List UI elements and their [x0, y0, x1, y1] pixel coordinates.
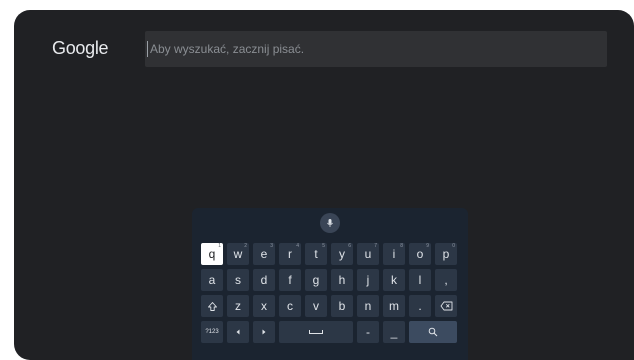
- key-o[interactable]: o9: [409, 243, 431, 265]
- space-key[interactable]: [279, 321, 353, 343]
- keyboard-row-1: q1 w2 e3 r4 t5 y6 u7 i8 o9 p0: [201, 243, 457, 265]
- key-k[interactable]: k: [383, 269, 405, 291]
- backspace-key[interactable]: [435, 295, 457, 317]
- shift-key[interactable]: [201, 295, 223, 317]
- key-p[interactable]: p0: [435, 243, 457, 265]
- keyboard-row-2: a s d f g h j k l ,: [201, 269, 457, 291]
- key-i[interactable]: i8: [383, 243, 405, 265]
- key-x[interactable]: x: [253, 295, 275, 317]
- key-s[interactable]: s: [227, 269, 249, 291]
- text-cursor: [147, 41, 148, 57]
- search-icon: [428, 327, 438, 337]
- key-c[interactable]: c: [279, 295, 301, 317]
- search-key[interactable]: [409, 321, 457, 343]
- key-r[interactable]: r4: [279, 243, 301, 265]
- key-n[interactable]: n: [357, 295, 379, 317]
- key-period[interactable]: .: [409, 295, 431, 317]
- key-e[interactable]: e3: [253, 243, 275, 265]
- key-underscore[interactable]: _: [383, 321, 405, 343]
- microphone-icon: [327, 219, 333, 227]
- keyboard-row-4: ?123 - _: [201, 321, 457, 343]
- key-comma[interactable]: ,: [435, 269, 457, 291]
- key-f[interactable]: f: [279, 269, 301, 291]
- key-m[interactable]: m: [383, 295, 405, 317]
- key-b[interactable]: b: [331, 295, 353, 317]
- key-u[interactable]: u7: [357, 243, 379, 265]
- key-w[interactable]: w2: [227, 243, 249, 265]
- key-q[interactable]: q1: [201, 243, 223, 265]
- key-v[interactable]: v: [305, 295, 327, 317]
- voice-search-button[interactable]: [320, 213, 340, 233]
- google-logo: Google: [52, 38, 109, 58]
- key-d[interactable]: d: [253, 269, 275, 291]
- key-l[interactable]: l: [409, 269, 431, 291]
- tv-screen: Google q1 w2 e3 r4 t5 y6 u7 i8 o9: [14, 10, 634, 360]
- symbols-key[interactable]: ?123: [201, 321, 223, 343]
- right-arrow-key[interactable]: [253, 321, 275, 343]
- arrow-left-icon: [236, 329, 240, 335]
- search-bar[interactable]: [145, 31, 607, 67]
- shift-icon: [207, 301, 217, 311]
- search-input[interactable]: [150, 42, 590, 56]
- key-g[interactable]: g: [305, 269, 327, 291]
- key-h[interactable]: h: [331, 269, 353, 291]
- keyboard-row-3: z x c v b n m .: [201, 295, 457, 317]
- left-arrow-key[interactable]: [227, 321, 249, 343]
- backspace-icon: [440, 301, 452, 311]
- key-y[interactable]: y6: [331, 243, 353, 265]
- key-z[interactable]: z: [227, 295, 249, 317]
- arrow-right-icon: [262, 329, 266, 335]
- key-a[interactable]: a: [201, 269, 223, 291]
- key-j[interactable]: j: [357, 269, 379, 291]
- space-icon: [309, 330, 323, 334]
- key-t[interactable]: t5: [305, 243, 327, 265]
- on-screen-keyboard: q1 w2 e3 r4 t5 y6 u7 i8 o9 p0 a s d f g …: [192, 208, 468, 360]
- key-dash[interactable]: -: [357, 321, 379, 343]
